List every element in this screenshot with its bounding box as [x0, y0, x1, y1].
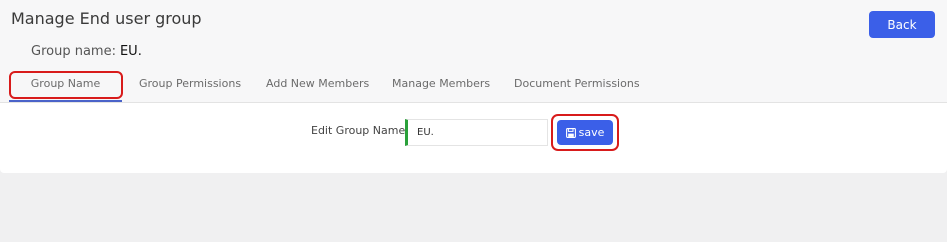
edit-group-name-label: Edit Group Name [311, 124, 406, 137]
group-name-label: Group name: [31, 44, 116, 59]
header-area: Manage End user group Back Group name: EU… [0, 0, 947, 102]
edit-group-name-panel: Edit Group Name save [0, 102, 947, 173]
save-button[interactable]: save [557, 120, 613, 145]
tab-document-permissions[interactable]: Document Permissions [514, 68, 640, 100]
group-name-input[interactable] [405, 119, 548, 146]
back-button[interactable]: Back [869, 11, 935, 38]
page-title: Manage End user group [11, 9, 202, 28]
tab-group-name[interactable]: Group Name [9, 68, 122, 102]
page: Manage End user group Back Group name: EU… [0, 0, 947, 242]
group-name-value: EU. [119, 44, 142, 59]
group-name-info: Group name: EU. [31, 44, 142, 59]
floppy-disk-icon [565, 127, 576, 138]
save-button-label: save [578, 126, 605, 139]
tab-group-permissions[interactable]: Group Permissions [139, 68, 241, 100]
tab-manage-members[interactable]: Manage Members [392, 68, 490, 100]
tab-bar: Group Name Group Permissions Add New Mem… [0, 68, 947, 102]
tab-add-new-members[interactable]: Add New Members [266, 68, 369, 100]
